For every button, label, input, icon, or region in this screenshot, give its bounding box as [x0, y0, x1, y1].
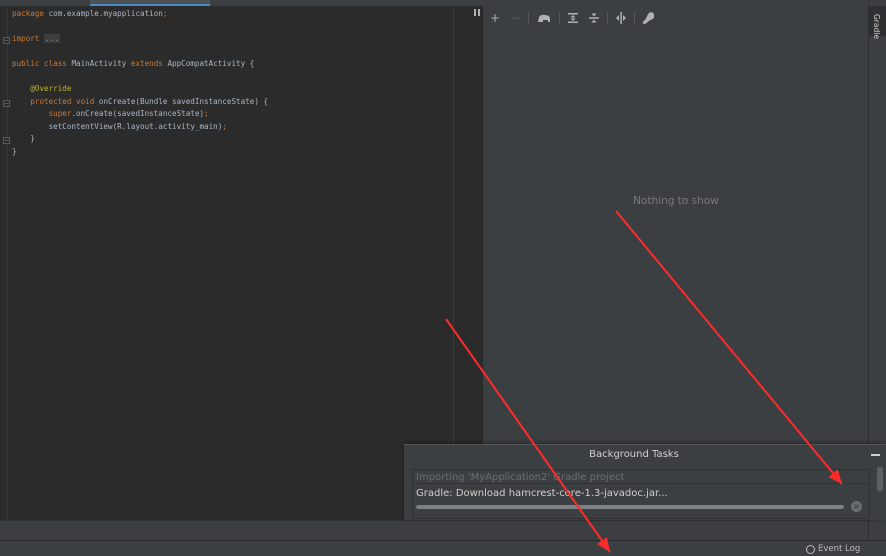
cancel-task-icon[interactable]: ×	[851, 501, 862, 512]
event-log-icon	[806, 544, 815, 554]
code-token: super	[48, 109, 72, 118]
code-token: com.example.myapplication	[48, 9, 163, 18]
remove-icon[interactable]: −	[510, 9, 522, 27]
code-token: protected void	[30, 96, 99, 106]
collapse-all-icon[interactable]	[587, 9, 601, 27]
elephant-icon[interactable]	[536, 9, 552, 27]
code-token: activity_main	[158, 121, 218, 131]
status-bar: Event Log	[0, 540, 886, 556]
code-line[interactable]: package com.example.myapplication;	[12, 8, 268, 21]
toggle-offline-icon[interactable]	[614, 9, 628, 27]
code-token: ;	[222, 121, 227, 131]
code-token: onCreate(Bundle savedInstanceState) {	[98, 96, 269, 106]
minimize-icon[interactable]	[871, 454, 880, 456]
code-token: ...	[44, 34, 60, 43]
gradle-toolbar: + −	[483, 6, 869, 30]
pause-icon[interactable]	[474, 9, 480, 16]
empty-state-text: Nothing to show	[633, 195, 719, 207]
task-header: Importing 'MyApplication2' Gradle projec…	[416, 472, 625, 483]
code-content[interactable]: package com.example.myapplication; impor…	[12, 8, 268, 158]
task-item: Importing 'MyApplication2' Gradle projec…	[412, 469, 870, 519]
code-line[interactable]	[12, 46, 268, 59]
code-token: setContentView(R.layout.	[12, 121, 159, 131]
editor-right-margin	[453, 6, 481, 520]
code-token: import	[12, 34, 45, 43]
code-token: @Override	[30, 84, 72, 93]
gradle-stripe-button[interactable]: Gradle	[869, 6, 886, 39]
toolbar-separator	[634, 12, 635, 24]
fold-toggle-icon[interactable]: −	[3, 137, 10, 144]
toolbar-separator	[528, 12, 529, 24]
code-line[interactable]	[12, 21, 268, 34]
code-token: ;	[204, 109, 209, 118]
expand-all-icon[interactable]	[566, 9, 580, 27]
toolbar-separator	[559, 12, 560, 24]
code-token: }	[12, 146, 17, 156]
code-token: extends	[130, 59, 168, 68]
editor-gutter	[7, 6, 8, 520]
code-line[interactable]	[12, 71, 268, 84]
code-token: ;	[162, 9, 168, 18]
task-divider	[413, 483, 869, 484]
code-token: package	[12, 9, 49, 18]
code-line[interactable]: protected void onCreate(Bundle savedInst…	[12, 96, 268, 109]
task-progress-fill	[416, 505, 844, 509]
gradle-stripe-label: Gradle	[872, 14, 881, 39]
event-log-label: Event Log	[818, 544, 861, 554]
code-token: public class	[12, 59, 72, 68]
code-token: MainActivity	[71, 59, 131, 68]
wrench-icon[interactable]	[641, 9, 655, 27]
gradle-tool-window: + − Nothing to show	[482, 6, 868, 520]
code-line[interactable]: }	[12, 146, 268, 159]
popup-scrollbar[interactable]	[877, 467, 883, 491]
code-line[interactable]: import ...	[12, 33, 268, 46]
code-token: AppCompatActivity {	[167, 59, 255, 68]
code-token: }	[12, 134, 35, 143]
task-progress-bar	[416, 505, 844, 509]
event-log-button[interactable]: Event Log	[806, 543, 860, 555]
code-editor[interactable]: − − − package com.example.myapplication;…	[0, 6, 453, 520]
code-line[interactable]: super.onCreate(savedInstanceState);	[12, 108, 268, 121]
code-line[interactable]: @Override	[12, 83, 268, 96]
code-token: .onCreate(savedInstanceState)	[71, 109, 205, 118]
add-icon[interactable]: +	[489, 9, 501, 27]
code-line[interactable]: public class MainActivity extends AppCom…	[12, 58, 268, 71]
fold-toggle-icon[interactable]: −	[3, 37, 10, 44]
fold-toggle-icon[interactable]: −	[3, 100, 10, 107]
code-line[interactable]: }	[12, 133, 268, 146]
background-tasks-title: Background Tasks	[589, 449, 679, 460]
background-tasks-popup: Background Tasks Importing 'MyApplicatio…	[404, 444, 886, 520]
task-text: Gradle: Download hamcrest-core-1.3-javad…	[416, 488, 668, 499]
bottom-tool-strip	[0, 520, 868, 540]
code-line[interactable]: setContentView(R.layout.activity_main);	[12, 121, 268, 134]
toolbar-separator	[607, 12, 608, 24]
